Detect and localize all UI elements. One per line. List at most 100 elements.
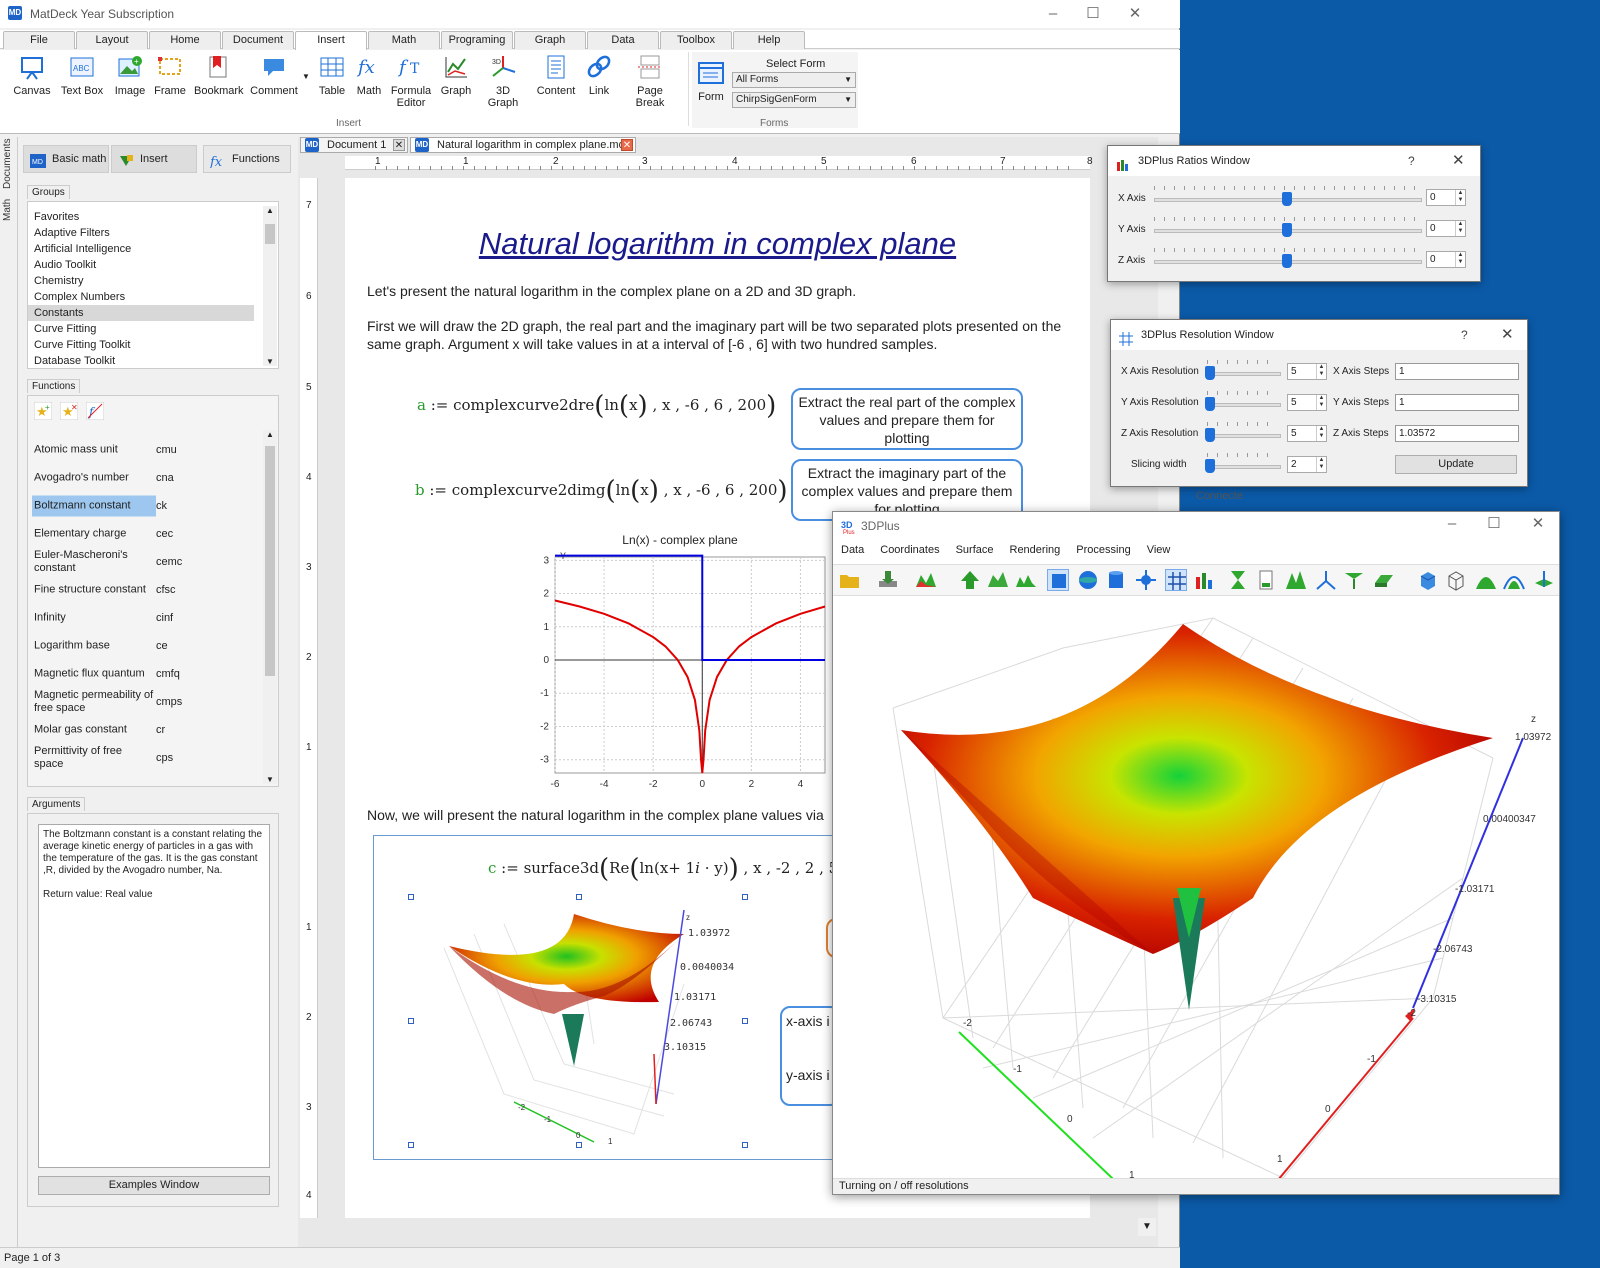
spin-arrows-icon[interactable]: ▲ ▼ [1455,221,1465,236]
close-button[interactable]: ✕ [1523,514,1553,534]
formula-b[interactable]: b := complexcurve2dimg(ln(x) , x , -6 , … [415,476,788,506]
intro-paragraph[interactable]: Let's present the natural logarithm in t… [367,282,1067,300]
plane-icon[interactable] [1373,569,1395,591]
function-info-icon[interactable]: f [85,401,105,423]
document-icon[interactable] [1255,569,1277,591]
grid-toggle-icon[interactable] [1165,569,1187,591]
tab-help[interactable]: Help [733,31,805,49]
close-icon[interactable]: ✕ [393,139,405,151]
tab-toolbox[interactable]: Toolbox [660,31,732,49]
close-icon[interactable]: ✕ [621,139,633,151]
list-item[interactable]: Avogadro's number cna [34,464,274,492]
list-item[interactable]: Curve Fitting Toolkit [28,337,254,353]
description-paragraph[interactable]: First we will draw the 2D graph, the rea… [367,317,1067,353]
tab-basic-math[interactable]: MD Basic math [23,145,109,173]
slicing-slider[interactable] [1207,465,1281,469]
list-item[interactable]: Chemistry [28,273,254,289]
tab-data[interactable]: Data [587,31,659,49]
frame-button[interactable]: Frame [150,54,190,97]
bookmark-button[interactable]: Bookmark [194,54,244,97]
groups-scrollbar[interactable]: ▲ ▼ [263,206,277,366]
y-resolution-spin[interactable]: 5 ▲ ▼ [1287,394,1327,411]
link-button[interactable]: Link [582,54,616,97]
menu-rendering[interactable]: Rendering [1010,544,1061,556]
formula-a[interactable]: a := complexcurve2dre(ln(x) , x , -6 , 6… [417,391,776,421]
slider-knob[interactable] [1205,366,1215,380]
formula-c[interactable]: c := surface3d(Re(ln(x+ 1i · y)) , x , -… [488,854,890,884]
tab-home[interactable]: Home [149,31,221,49]
tab-document-1[interactable]: MD Document 1 ✕ [300,137,408,153]
menu-view[interactable]: View [1147,544,1171,556]
list-item[interactable]: Logarithm base ce [34,632,274,660]
close-icon[interactable]: ✕ [1501,320,1514,350]
content-button[interactable]: Content [536,54,576,97]
help-icon[interactable]: ? [1408,146,1415,176]
cylinder-icon[interactable] [1105,569,1127,591]
form-name-dropdown[interactable]: ChirpSigGenForm ▼ [732,92,856,108]
list-item[interactable]: Magnetic permeability of free space cmps [34,688,274,716]
list-item[interactable]: Complex Numbers [28,289,254,305]
spin-arrows-icon[interactable]: ▲ ▼ [1316,364,1326,379]
z-resolution-slider[interactable] [1207,434,1281,438]
x-axis-spin[interactable]: 0 ▲ ▼ [1426,189,1466,206]
resize-handle[interactable] [742,1018,748,1024]
peak-outline-icon[interactable] [1503,569,1525,591]
z-resolution-spin[interactable]: 5 ▲ ▼ [1287,425,1327,442]
slider-knob[interactable] [1282,254,1292,268]
list-item[interactable]: Magnetic flux quantum cmfq [34,660,274,688]
select-form-dropdown[interactable]: All Forms ▼ [732,72,856,88]
slice-icon[interactable] [1343,569,1365,591]
table-button[interactable]: Table [314,54,350,97]
list-item[interactable]: Euler-Mascheroni's constant cemc [34,548,274,576]
close-icon[interactable]: ✕ [1452,146,1465,176]
list-item[interactable]: Audio Toolkit [28,257,254,273]
canvas-button[interactable]: Canvas [12,54,52,97]
peaks-icon[interactable] [1285,569,1307,591]
surface-color-icon[interactable] [915,569,937,591]
chart-2d[interactable]: Ln(x) - complex plane -6 -4 -2 0 2 4 3 2 1 0 -1 -2-… [525,533,835,793]
slicing-spin[interactable]: 2 ▲ ▼ [1287,456,1327,473]
tab-functions[interactable]: fx Functions [203,145,291,173]
graph-button[interactable]: Graph [438,54,474,97]
list-item[interactable]: Artificial Intelligence [28,241,254,257]
list-item[interactable]: Atomic mass unit cmu [34,436,274,464]
3d-surface-plot[interactable]: z 1.03972 0.00400347 -1.03171 -2.06743 -… [833,598,1559,1178]
save-icon[interactable] [877,569,899,591]
resize-handle[interactable] [408,1142,414,1148]
mini-surface-plot[interactable]: z 1.03972 0.00400347 1.03171 2.06743 3.1… [434,904,734,1144]
flat-axes-icon[interactable] [1533,569,1555,591]
page-break-button[interactable]: Page Break [622,54,678,109]
tab-programing[interactable]: Programing [441,31,513,49]
open-folder-icon[interactable] [839,569,861,591]
tab-file[interactable]: File [3,31,75,49]
list-item[interactable]: Adaptive Filters [28,225,254,241]
tab-document[interactable]: Document [222,31,294,49]
examples-window-button[interactable]: Examples Window [38,1176,270,1195]
image-button[interactable]: + Image [110,54,150,97]
slider-knob[interactable] [1205,459,1215,473]
slider-knob[interactable] [1205,397,1215,411]
remove-favorite-icon[interactable]: ★ ✕ [59,401,79,423]
chevron-down-icon[interactable]: ▼ [1138,1218,1156,1236]
tab-layout[interactable]: Layout [76,31,148,49]
scroll-thumb[interactable] [265,224,275,244]
z-axis-spin[interactable]: 0 ▲ ▼ [1426,251,1466,268]
list-item[interactable]: Fine structure constant cfsc [34,576,274,604]
tab-graph[interactable]: Graph [514,31,586,49]
x-steps-input[interactable]: 1 [1395,363,1519,380]
document-title[interactable]: Natural logarithm in complex plane [345,226,1090,262]
3d-graph-button[interactable]: 3D 3D Graph [480,54,526,109]
menu-processing[interactable]: Processing [1076,544,1130,556]
maximize-button[interactable]: ☐ [1078,4,1108,24]
cube-solid-icon[interactable] [1417,569,1439,591]
tab-natural-log-doc[interactable]: MD Natural logarithm in complex plane.mdd… [410,137,636,153]
peak-icon[interactable] [1475,569,1497,591]
list-item-selected[interactable]: Boltzmann constant ck [32,492,274,520]
y-steps-input[interactable]: 1 [1395,394,1519,411]
slider-knob[interactable] [1282,192,1292,206]
scroll-thumb[interactable] [265,446,275,676]
resize-handle[interactable] [742,894,748,900]
text-box-button[interactable]: ABC Text Box [58,54,106,97]
mesh-icon[interactable] [987,569,1009,591]
menu-data[interactable]: Data [841,544,864,556]
